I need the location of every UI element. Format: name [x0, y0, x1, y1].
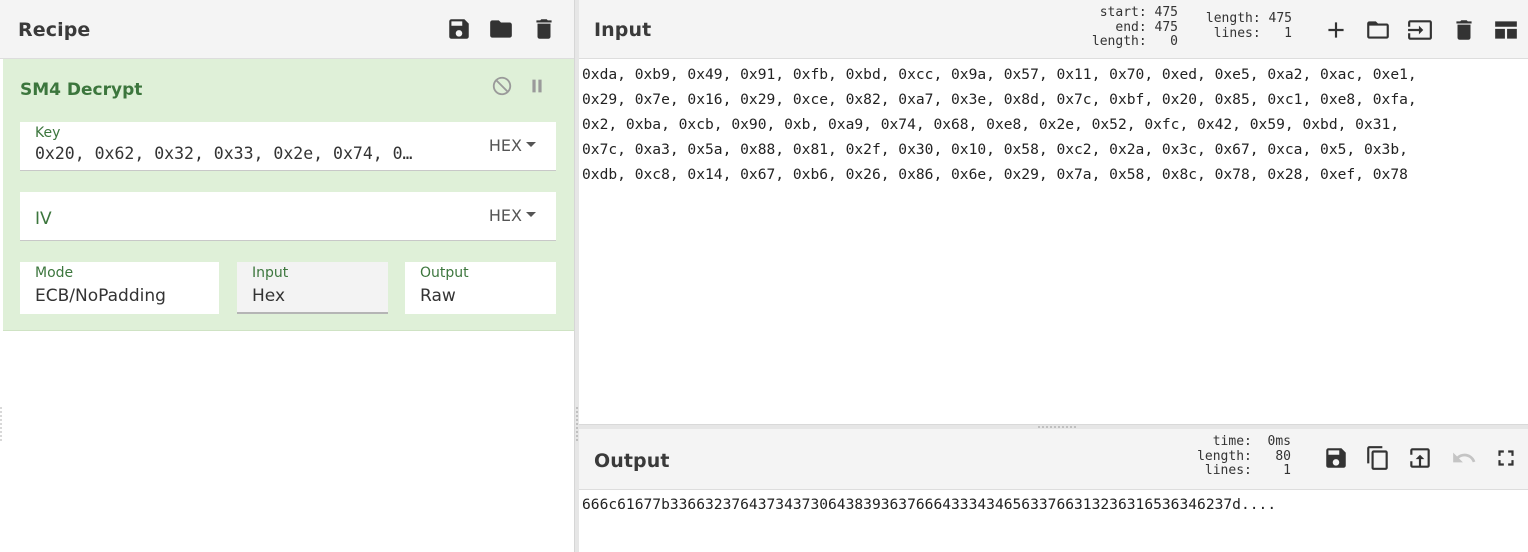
operation-title: SM4 Decrypt — [20, 80, 143, 100]
layout-icon[interactable] — [1493, 17, 1519, 43]
undo-icon[interactable] — [1451, 445, 1477, 471]
maximize-icon[interactable] — [1493, 445, 1519, 471]
key-format-label: HEX — [488, 136, 522, 155]
disable-icon[interactable] — [491, 75, 513, 97]
mode-label: Mode — [35, 265, 74, 281]
input-selection-stats: start: 475 end: 475 length: 0 — [1091, 5, 1178, 49]
copy-icon[interactable] — [1365, 445, 1391, 471]
left-resize-grip[interactable] — [0, 406, 2, 442]
folder-icon[interactable] — [488, 16, 514, 42]
mode-value: ECB/NoPadding — [35, 286, 166, 306]
save-output-icon[interactable] — [1323, 445, 1349, 471]
output-text-area[interactable]: 666c61677b336632376437343730643839363766… — [582, 492, 1276, 517]
key-format-dropdown[interactable]: HEX — [489, 136, 536, 155]
resize-grip — [1037, 426, 1077, 428]
key-field[interactable]: Key 0x20, 0x62, 0x32, 0x33, 0x2e, 0x74, … — [20, 122, 556, 171]
open-file-input-icon[interactable] — [1407, 17, 1433, 43]
output-format-label: Output — [420, 265, 469, 281]
output-header: Output time: 0ms length: 80 lines: 1 — [579, 429, 1528, 490]
recipe-title: Recipe — [18, 19, 91, 41]
open-folder-icon[interactable] — [1365, 17, 1391, 43]
pause-icon[interactable] — [526, 75, 548, 97]
key-input[interactable]: 0x20, 0x62, 0x32, 0x33, 0x2e, 0x74, 0… — [35, 144, 460, 163]
input-title: Input — [594, 19, 652, 41]
caret-down-icon — [526, 212, 536, 217]
mode-select[interactable]: Mode ECB/NoPadding — [20, 262, 219, 314]
key-label: Key — [35, 125, 61, 141]
trash-icon[interactable] — [531, 16, 557, 42]
iv-field[interactable]: IV HEX — [20, 192, 556, 241]
output-format-select[interactable]: Output Raw — [405, 262, 556, 314]
add-tab-icon[interactable] — [1323, 17, 1349, 43]
input-header: Input start: 475 end: 475 length: 0 leng… — [579, 0, 1528, 59]
iv-format-label: HEX — [488, 206, 522, 225]
resize-grip — [576, 406, 578, 442]
input-panel: Input start: 475 end: 475 length: 0 leng… — [579, 0, 1528, 424]
input-text-area[interactable]: 0xda, 0xb9, 0x49, 0x91, 0xfb, 0xbd, 0xcc… — [582, 62, 1417, 187]
replace-input-icon[interactable] — [1407, 445, 1433, 471]
input-format-select[interactable]: Input Hex — [237, 262, 388, 314]
iv-format-dropdown[interactable]: HEX — [489, 206, 536, 225]
output-panel: Output time: 0ms length: 80 lines: 1 666… — [579, 429, 1528, 552]
clear-input-icon[interactable] — [1451, 17, 1477, 43]
recipe-header: Recipe — [0, 0, 574, 59]
recipe-panel: Recipe SM4 Decrypt Key 0x20, 0x62, 0x32,… — [0, 0, 574, 552]
output-title: Output — [594, 450, 670, 472]
input-length-stats: length: 475 lines: 1 — [1205, 11, 1292, 41]
output-format-value: Raw — [420, 286, 456, 306]
input-format-value: Hex — [252, 286, 286, 306]
iv-label: IV — [35, 209, 52, 229]
save-icon[interactable] — [446, 16, 472, 42]
output-stats: time: 0ms length: 80 lines: 1 — [1197, 434, 1291, 478]
caret-down-icon — [526, 142, 536, 147]
operation-sm4-decrypt[interactable]: SM4 Decrypt Key 0x20, 0x62, 0x32, 0x33, … — [3, 59, 574, 331]
input-format-label: Input — [252, 265, 289, 281]
